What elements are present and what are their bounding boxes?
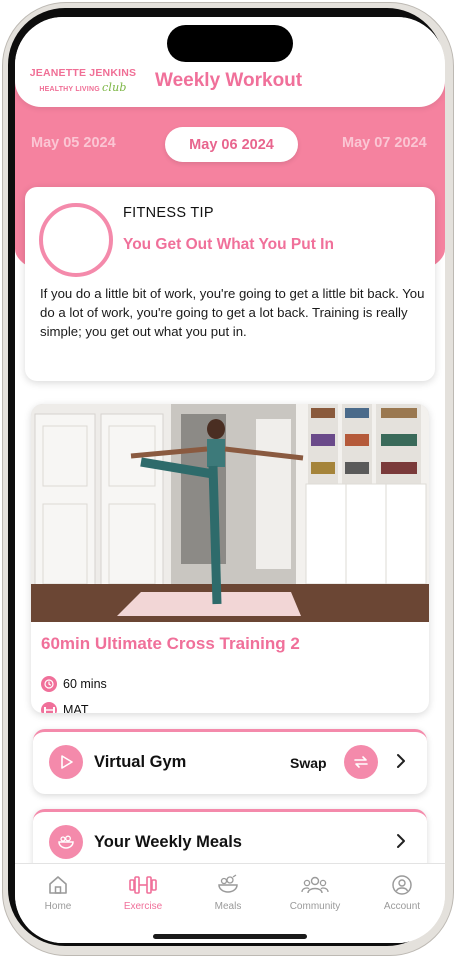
tab-exercise-label: Exercise [123, 901, 163, 912]
tab-exercise[interactable]: Exercise [103, 874, 183, 912]
virtual-gym-label: Virtual Gym [94, 753, 187, 771]
swap-label[interactable]: Swap [290, 755, 327, 771]
swap-button[interactable] [344, 745, 378, 779]
dumbbell-icon [129, 876, 157, 894]
clock-icon [41, 676, 57, 692]
date-current[interactable]: May 06 2024 [165, 127, 298, 162]
tab-home-label: Home [44, 901, 72, 912]
meal-bowl-icon [49, 825, 83, 859]
tab-community[interactable]: Community [275, 874, 355, 912]
tab-meals-label: Meals [214, 901, 242, 912]
tip-label: FITNESS TIP [123, 205, 214, 221]
chevron-right-icon[interactable] [392, 832, 410, 850]
workout-duration: 60 mins [41, 676, 107, 692]
user-circle-icon [392, 875, 412, 895]
date-next[interactable]: May 07 2024 [342, 135, 427, 151]
weekly-meals-label: Your Weekly Meals [94, 833, 242, 851]
salad-bowl-icon [218, 874, 238, 893]
page-title: Weekly Workout [155, 70, 303, 91]
equipment-text: MAT [63, 703, 89, 713]
virtual-gym-card[interactable]: Virtual Gym Swap [33, 729, 427, 794]
brand-logo[interactable]: JEANETTE JENKINS HEALTHY LIVING club [27, 67, 139, 94]
app-screen: JEANETTE JENKINS HEALTHY LIVING club Wee… [15, 17, 445, 943]
tip-body: If you do a little bit of work, you're g… [40, 286, 425, 339]
brand-name: JEANETTE JENKINS [29, 67, 137, 79]
fitness-tip-card: FITNESS TIP You Get Out What You Put In … [25, 187, 435, 381]
brand-club: club [102, 81, 127, 94]
tab-home[interactable]: Home [18, 874, 98, 912]
swap-arrows-icon [354, 756, 368, 768]
brand-tagline-text: HEALTHY LIVING [39, 86, 100, 93]
people-icon [301, 876, 329, 894]
brand-tagline: HEALTHY LIVING club [27, 81, 139, 94]
tab-account[interactable]: Account [362, 874, 442, 912]
date-prev[interactable]: May 05 2024 [31, 135, 116, 151]
tab-community-label: Community [289, 901, 341, 912]
play-icon [49, 745, 83, 779]
duration-text: 60 mins [63, 677, 107, 691]
chevron-right-icon[interactable] [392, 752, 410, 770]
bottom-tab-bar: Home Exercise Meals Community Account [15, 863, 445, 943]
tip-avatar-ring [39, 203, 113, 277]
workout-title: 60min Ultimate Cross Training 2 [41, 634, 300, 653]
workout-card[interactable]: 60min Ultimate Cross Training 2 60 mins … [31, 404, 429, 713]
dumbbell-small-icon [41, 702, 57, 713]
workout-equipment: MAT [41, 702, 88, 713]
tab-account-label: Account [383, 901, 421, 912]
home-indicator [153, 934, 307, 939]
home-icon [49, 876, 67, 894]
workout-image [31, 404, 429, 622]
dynamic-island [167, 25, 293, 62]
tab-meals[interactable]: Meals [188, 874, 268, 912]
tip-heading: You Get Out What You Put In [123, 236, 334, 253]
